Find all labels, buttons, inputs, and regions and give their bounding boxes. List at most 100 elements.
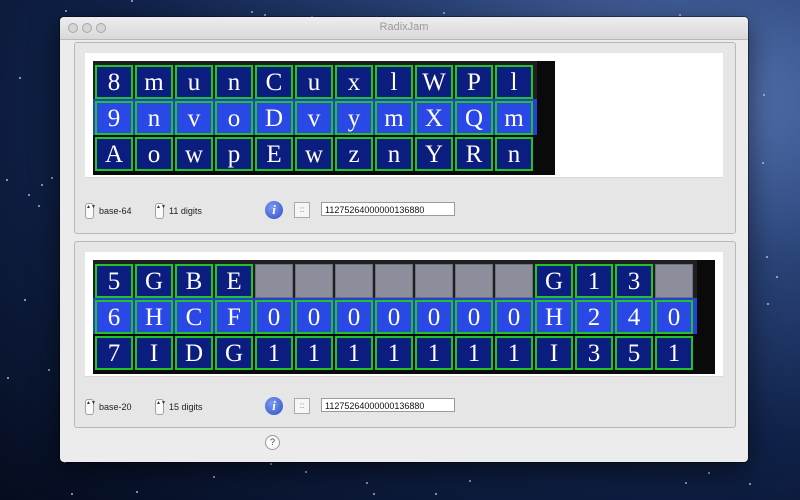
digit-cell: X [415, 101, 453, 135]
digit-cell: 0 [375, 300, 413, 334]
digit-cell: 5 [95, 264, 133, 298]
star [684, 482, 687, 485]
digit-cell: E [255, 137, 293, 171]
digit-cell: H [135, 300, 173, 334]
digit-cell: 0 [655, 300, 693, 334]
star [38, 205, 41, 208]
window-title: RadixJam [379, 21, 429, 33]
star [765, 256, 768, 259]
empty-digit-cell [455, 264, 493, 298]
help-icon[interactable]: ? [265, 435, 280, 450]
digit-cell: H [535, 300, 573, 334]
digit-cell: 1 [655, 336, 693, 370]
digit-grid-2: 5GBEG136HCF0000000H2407IDG1111111I351 [93, 260, 715, 374]
star [305, 471, 308, 474]
digit-cell: D [255, 101, 293, 135]
info-icon[interactable]: i [265, 201, 283, 219]
digit-cell: I [135, 336, 173, 370]
digit-cell: G [135, 264, 173, 298]
base-label: base-20 [99, 402, 132, 412]
digit-cell: Y [415, 137, 453, 171]
digit-cell: G [215, 336, 253, 370]
digit-cell: 3 [615, 264, 653, 298]
digit-cell: 6 [95, 300, 133, 334]
digit-cell: 0 [455, 300, 493, 334]
digit-cell: 2 [575, 300, 613, 334]
star [442, 11, 445, 14]
digit-grid-1: 8munCuxlWPl9nvoDvymXQmAowpEwznYRn [93, 61, 555, 175]
value-field[interactable]: 11275264000000136880 [321, 398, 455, 412]
digit-cell: 1 [575, 264, 613, 298]
star [23, 298, 26, 301]
digit-cell: 3 [575, 336, 613, 370]
app-window: RadixJam 8munCuxlWPl9nvoDvymXQmAowpEwznY… [60, 17, 748, 462]
digit-cell: l [375, 65, 413, 99]
digits-stepper[interactable]: ▲▼ [155, 203, 166, 219]
digit-cell: 1 [415, 336, 453, 370]
digit-cell: n [495, 137, 533, 171]
panel-2-controls: ▲▼ base-20 ▲▼ 15 digits i :: 11275264000… [75, 397, 735, 417]
digit-cell: 5 [615, 336, 653, 370]
info-icon[interactable]: i [265, 397, 283, 415]
digit-cell: x [335, 65, 373, 99]
digits-stepper[interactable]: ▲▼ [155, 399, 166, 415]
digits-label: 15 digits [169, 402, 203, 412]
digit-cell: y [335, 101, 373, 135]
digit-cell: n [215, 65, 253, 99]
digit-cell: 0 [415, 300, 453, 334]
star [269, 463, 272, 466]
digit-cell: I [535, 336, 573, 370]
digit-cell: 9 [95, 101, 133, 135]
base-stepper[interactable]: ▲▼ [85, 203, 96, 219]
star [6, 376, 9, 379]
digit-cell: 1 [495, 336, 533, 370]
star [212, 476, 215, 479]
digit-cell: P [455, 65, 493, 99]
digit-cell: w [295, 137, 333, 171]
digit-cell: E [215, 264, 253, 298]
star [762, 94, 765, 97]
grid-icon[interactable]: :: [294, 202, 310, 218]
base-stepper[interactable]: ▲▼ [85, 399, 96, 415]
star [41, 183, 44, 186]
digit-cell: o [135, 137, 173, 171]
digit-cell: u [295, 65, 333, 99]
digit-cell: 7 [95, 336, 133, 370]
digit-cell: 8 [95, 65, 133, 99]
grid-icon[interactable]: :: [294, 398, 310, 414]
star [28, 193, 31, 196]
digit-cell: C [175, 300, 213, 334]
digit-cell: 0 [335, 300, 373, 334]
digit-cell: m [495, 101, 533, 135]
star [767, 303, 770, 306]
digit-cell: 1 [255, 336, 293, 370]
digit-display-1: 8munCuxlWPl9nvoDvymXQmAowpEwznYRn [85, 53, 723, 178]
empty-digit-cell [375, 264, 413, 298]
digit-cell: v [175, 101, 213, 135]
empty-digit-cell [415, 264, 453, 298]
star [5, 179, 8, 182]
base-label: base-64 [99, 206, 132, 216]
star [749, 483, 752, 485]
digit-cell: v [295, 101, 333, 135]
digit-cell: w [175, 137, 213, 171]
star [762, 161, 765, 164]
star [135, 490, 138, 493]
star [469, 480, 472, 483]
conversion-panel-1: 8munCuxlWPl9nvoDvymXQmAowpEwznYRn ▲▼ bas… [74, 42, 736, 234]
digit-cell: m [375, 101, 413, 135]
empty-digit-cell [255, 264, 293, 298]
star [365, 481, 368, 484]
digit-cell: 0 [255, 300, 293, 334]
digits-label: 11 digits [169, 206, 202, 216]
conversion-panel-2: 5GBEG136HCF0000000H2407IDG1111111I351 ▲▼… [74, 241, 736, 428]
digit-cell: m [135, 65, 173, 99]
digit-cell: F [215, 300, 253, 334]
star [131, 0, 134, 3]
digit-cell: R [455, 137, 493, 171]
digit-cell: p [215, 137, 253, 171]
star [707, 472, 710, 475]
value-field[interactable]: 11275264000000136880 [321, 202, 455, 216]
empty-digit-cell [295, 264, 333, 298]
star [263, 13, 266, 16]
